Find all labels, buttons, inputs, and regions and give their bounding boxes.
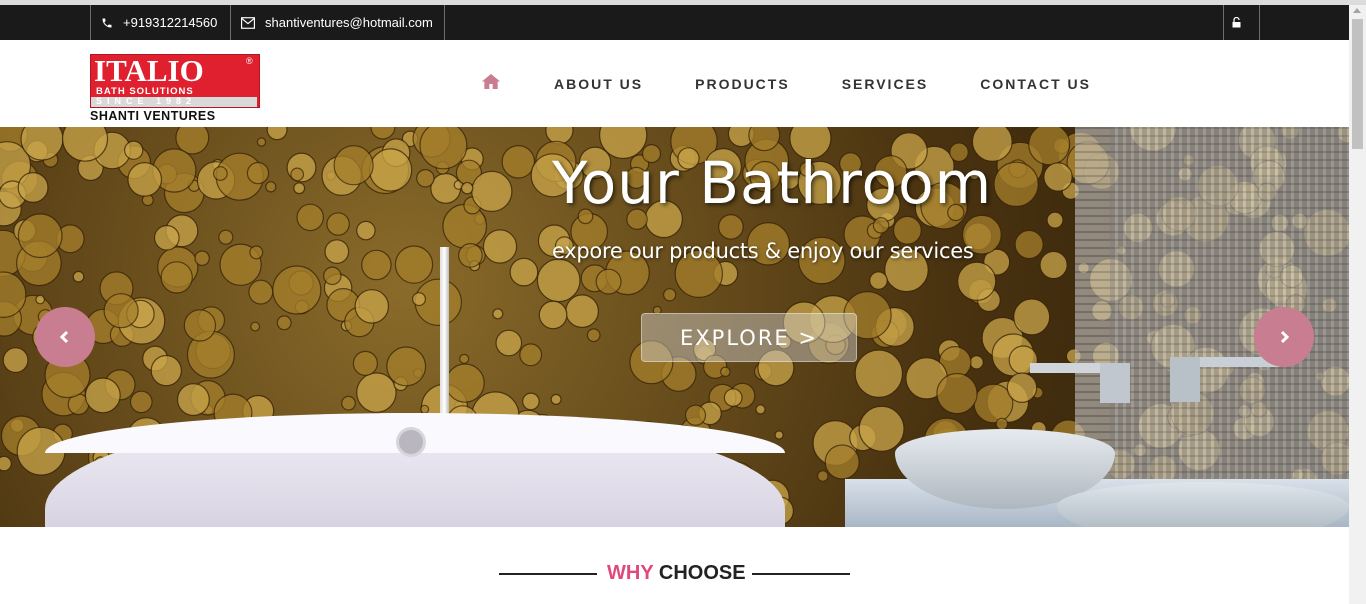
main-nav: ABOUT US PRODUCTS SERVICES CONTACT US — [478, 40, 1143, 127]
chevron-left-icon — [59, 330, 69, 344]
phone-contact[interactable]: +919312214560 — [90, 5, 231, 40]
hero-title: Your Bathroom — [552, 149, 993, 217]
slider-next-button[interactable] — [1254, 307, 1314, 367]
email-address: shantiventures@hotmail.com — [265, 15, 433, 30]
login-button[interactable] — [1223, 5, 1260, 40]
lock-icon — [1232, 17, 1241, 28]
heading-divider — [752, 573, 850, 575]
section-heading: WHY CHOOSE — [607, 562, 746, 585]
logo-since: SINCE 1982 — [96, 96, 197, 106]
scrollbar-thumb[interactable] — [1352, 19, 1363, 149]
phone-icon — [102, 18, 112, 27]
scroll-up-arrow-icon[interactable] — [1353, 8, 1361, 13]
email-contact[interactable]: shantiventures@hotmail.com — [231, 5, 445, 40]
envelope-icon — [241, 16, 255, 29]
logo-brand: ITALIO — [94, 53, 204, 88]
nav-home[interactable] — [478, 73, 504, 90]
heading-rest: CHOOSE — [658, 562, 746, 584]
heading-highlight: WHY — [607, 562, 654, 584]
nav-products[interactable]: PRODUCTS — [695, 76, 790, 92]
phone-number: +919312214560 — [123, 15, 218, 30]
tub-faucet — [440, 247, 449, 417]
site-header: ITALIO ® BATH SOLUTIONS SINCE 1982 SHANT… — [0, 40, 1349, 127]
logo-company-name: SHANTI VENTURES — [90, 109, 216, 123]
nav-contact-us[interactable]: CONTACT US — [980, 76, 1091, 92]
nav-services[interactable]: SERVICES — [842, 76, 929, 92]
hero-subtitle: expore our products & enjoy our services — [552, 239, 974, 263]
logo-registered-mark: ® — [246, 56, 253, 66]
sink-bowl — [1057, 482, 1349, 527]
home-icon — [481, 74, 501, 89]
heading-divider — [499, 573, 597, 575]
nav-about-us[interactable]: ABOUT US — [554, 76, 643, 92]
explore-button[interactable]: EXPLORE > — [641, 313, 857, 362]
hero-slider: Your Bathroom expore our products & enjo… — [0, 127, 1349, 527]
slider-prev-button[interactable] — [35, 307, 95, 367]
page-scrollbar[interactable] — [1349, 5, 1366, 604]
why-choose-section: WHY CHOOSE — [0, 527, 1349, 604]
top-contact-bar: +919312214560 shantiventures@hotmail.com — [0, 5, 1349, 40]
site-logo[interactable]: ITALIO ® BATH SOLUTIONS SINCE 1982 SHANT… — [90, 54, 260, 124]
chevron-right-icon — [1280, 330, 1290, 344]
